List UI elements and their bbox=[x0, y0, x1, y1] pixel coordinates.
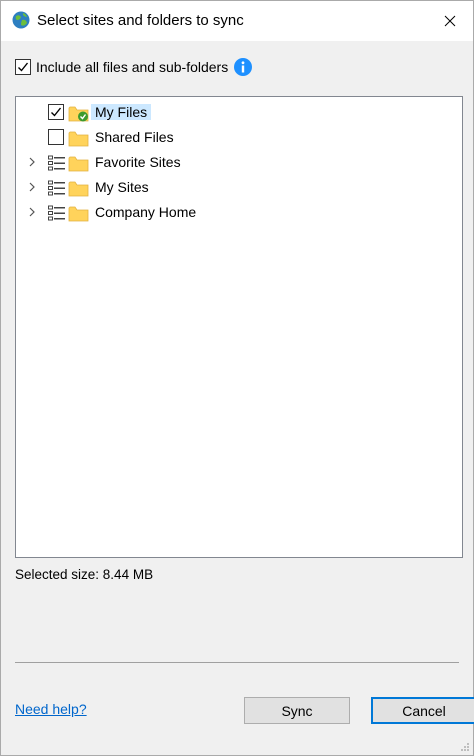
folder-icon bbox=[68, 131, 89, 147]
sync-dialog: Select sites and folders to sync Include… bbox=[0, 0, 474, 756]
folder-tree[interactable]: My Files Shared Files Favorite Sites My … bbox=[15, 96, 463, 558]
checkmark-icon bbox=[51, 107, 62, 117]
info-icon[interactable] bbox=[234, 58, 253, 76]
close-button[interactable] bbox=[427, 1, 473, 41]
folder-icon bbox=[68, 156, 89, 172]
folder-icon bbox=[68, 206, 89, 222]
sync-button[interactable]: Sync bbox=[244, 697, 350, 724]
tree-item-favorite-sites[interactable]: Favorite Sites bbox=[18, 151, 198, 173]
chevron-right-icon[interactable] bbox=[27, 155, 37, 169]
globe-icon bbox=[12, 11, 30, 29]
chevron-right-icon[interactable] bbox=[27, 205, 37, 219]
selected-size-text: Selected size: 8.44 MB bbox=[15, 567, 154, 582]
close-icon bbox=[444, 15, 456, 27]
title-bar: Select sites and folders to sync bbox=[1, 1, 473, 41]
window-title: Select sites and folders to sync bbox=[37, 12, 244, 29]
tree-item-company-home[interactable]: Company Home bbox=[18, 201, 208, 223]
tree-item-label: Company Home bbox=[95, 204, 197, 220]
list-icon bbox=[48, 205, 65, 221]
tree-item-my-sites[interactable]: My Sites bbox=[18, 176, 178, 198]
resize-grip-icon[interactable] bbox=[460, 742, 470, 752]
folder-icon bbox=[68, 181, 89, 197]
tree-item-label: My Files bbox=[91, 104, 152, 120]
shared-files-checkbox[interactable] bbox=[48, 129, 64, 145]
cancel-button[interactable]: Cancel bbox=[371, 697, 474, 724]
list-icon bbox=[48, 155, 65, 171]
my-files-checkbox[interactable] bbox=[48, 104, 64, 120]
need-help-link[interactable]: Need help? bbox=[15, 701, 87, 717]
tree-item-label: Favorite Sites bbox=[95, 154, 181, 170]
include-subfolders-checkbox[interactable] bbox=[15, 59, 31, 75]
folder-icon bbox=[68, 106, 89, 122]
include-subfolders-option[interactable]: Include all files and sub-folders bbox=[15, 57, 253, 77]
chevron-right-icon[interactable] bbox=[27, 180, 37, 194]
check-badge-icon bbox=[78, 111, 88, 122]
list-icon bbox=[48, 180, 65, 196]
footer-divider bbox=[15, 662, 459, 663]
tree-item-label: Shared Files bbox=[95, 129, 174, 145]
tree-item-shared-files[interactable]: Shared Files bbox=[18, 126, 178, 148]
tree-item-my-files[interactable]: My Files bbox=[18, 101, 178, 123]
tree-item-label: My Sites bbox=[95, 179, 149, 195]
checkmark-icon bbox=[18, 62, 29, 72]
include-subfolders-label: Include all files and sub-folders bbox=[36, 59, 229, 75]
